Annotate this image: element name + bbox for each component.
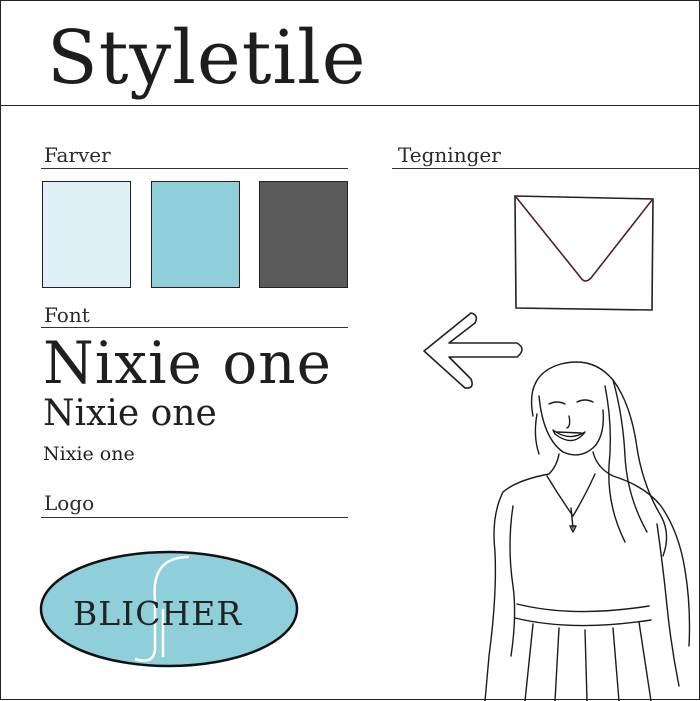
logo-divider: [41, 517, 348, 518]
colors-heading: Farver: [44, 143, 111, 167]
page-title: Styletile: [47, 15, 367, 101]
color-swatch-dark-gray: [259, 181, 348, 288]
logo-heading: Logo: [44, 491, 95, 515]
drawings-heading: Tegninger: [398, 143, 501, 167]
envelope-icon: [514, 195, 654, 311]
drawings-divider: [392, 168, 700, 169]
styletile-board: Styletile Farver Tegninger Font Nixie on…: [0, 0, 700, 701]
portrait-drawing: [484, 361, 691, 701]
colors-divider: [41, 168, 348, 169]
header-divider: [1, 105, 700, 106]
font-divider: [41, 327, 348, 328]
color-swatch-light-blue: [42, 181, 131, 288]
blicher-logo: BLICHER: [39, 550, 299, 668]
font-sample-medium: Nixie one: [43, 393, 217, 434]
color-swatch-turquoise: [151, 181, 240, 288]
font-heading: Font: [44, 303, 90, 327]
logo-wordmark: BLICHER: [73, 594, 242, 633]
font-sample-large: Nixie one: [43, 329, 332, 397]
font-sample-small: Nixie one: [43, 443, 135, 465]
